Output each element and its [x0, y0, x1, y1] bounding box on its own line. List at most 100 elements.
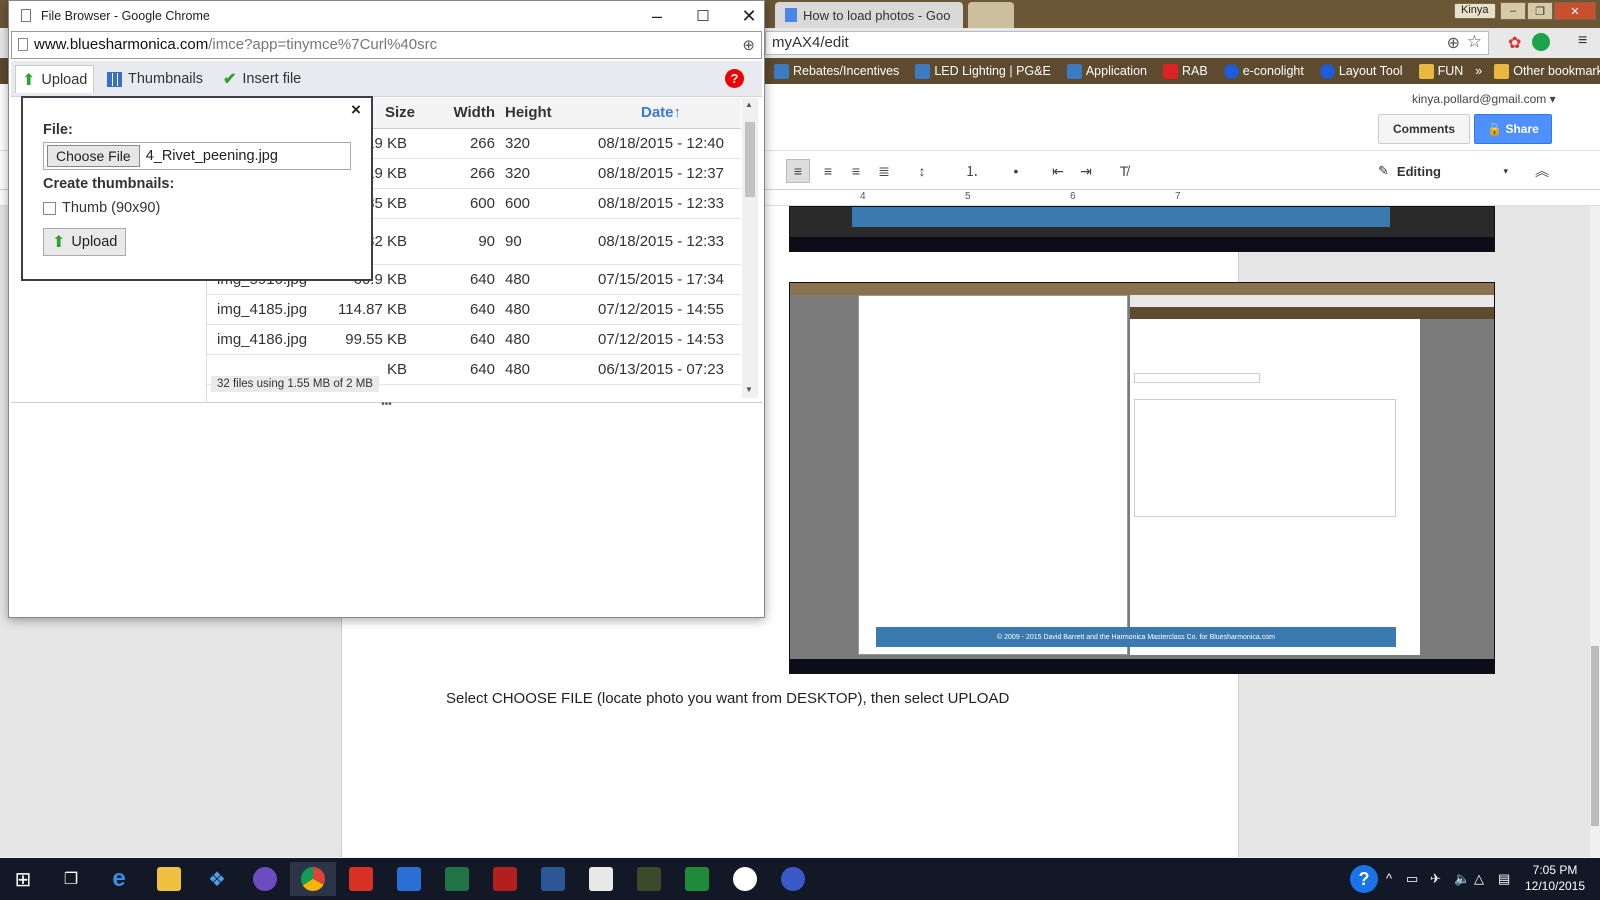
col-width-header[interactable]: Width	[417, 98, 505, 129]
airplane-icon[interactable]: ✈	[1430, 871, 1441, 887]
volume-icon[interactable]: 🔈	[1454, 871, 1470, 887]
zoom-icon[interactable]: ⊕	[742, 36, 755, 54]
share-button[interactable]: 🔒 Share	[1474, 114, 1552, 144]
bookmark-rab[interactable]: RAB	[1157, 63, 1214, 79]
pencil-icon: ✎	[1378, 163, 1389, 178]
minimize-icon[interactable]: –	[634, 1, 680, 31]
document-scrollbar[interactable]	[1590, 206, 1600, 857]
tab-thumbnails[interactable]: Thumbnails	[101, 65, 209, 93]
bookmark-led-lighting[interactable]: LED Lighting | PG&E	[909, 63, 1057, 79]
file-input[interactable]: Choose File 4_Rivet_peening.jpg	[43, 142, 351, 170]
edge-icon[interactable]: e	[96, 862, 142, 896]
minimize-icon[interactable]: –	[1500, 2, 1526, 20]
numbered-list-icon[interactable]: ⒈	[960, 159, 984, 183]
line-spacing-icon[interactable]: ↕	[910, 159, 934, 183]
editing-mode-dropdown[interactable]: ✎ Editing ▾	[1378, 159, 1508, 183]
excel-icon[interactable]	[434, 862, 480, 896]
show-hidden-icons-icon[interactable]: ^	[1386, 871, 1392, 886]
gmail-icon[interactable]	[338, 862, 384, 896]
pane-splitter[interactable]: •••	[11, 400, 762, 410]
bookmark-econolight[interactable]: e-conolight	[1218, 63, 1310, 79]
increase-indent-icon[interactable]: ⇥	[1074, 159, 1098, 183]
bookmark-fun[interactable]: FUN	[1413, 63, 1470, 79]
align-center-icon[interactable]: ≡	[816, 159, 840, 183]
popup-titlebar[interactable]: File Browser - Google Chrome – ☐ ✕	[9, 1, 764, 31]
collapse-toolbar-icon[interactable]: ︽	[1530, 159, 1554, 183]
upload-button[interactable]: ⬆ Upload	[43, 228, 127, 256]
chrome-menu-icon[interactable]: ≡	[1578, 32, 1587, 50]
zoom-icon[interactable]: ⊕	[1447, 33, 1460, 53]
thumb-option[interactable]: Thumb (90x90)	[43, 200, 160, 216]
new-tab-button[interactable]	[968, 2, 1014, 28]
comments-button[interactable]: Comments	[1378, 114, 1470, 144]
bookmark-star-icon[interactable]: ☆	[1467, 32, 1482, 52]
bulleted-list-icon[interactable]: •	[1004, 159, 1028, 183]
bookmark-other[interactable]: Other bookmarks	[1488, 63, 1600, 79]
document-scrollbar-thumb[interactable]	[1591, 646, 1599, 826]
app-p-icon[interactable]	[242, 862, 288, 896]
table-row[interactable]: img_4186.jpg 99.55 KB 640 480 07/12/2015…	[207, 324, 741, 355]
file-list-scrollbar-thumb[interactable]	[745, 122, 755, 197]
bookmark-layout-tool[interactable]: Layout Tool	[1314, 63, 1409, 79]
file-list-scrollbar[interactable]: ▲ ▼	[742, 98, 758, 398]
upload-form: × File: Choose File 4_Rivet_peening.jpg …	[21, 96, 373, 281]
network-icon[interactable]: ▭	[1406, 871, 1418, 887]
tab-how-to-load-photos[interactable]: How to load photos - Goo	[775, 2, 963, 28]
chrome-icon[interactable]	[290, 862, 336, 896]
file-explorer-icon[interactable]	[146, 862, 192, 896]
justify-icon[interactable]: ≣	[872, 159, 896, 183]
checkmark-icon: ✔	[223, 71, 237, 88]
bookmark-application[interactable]: Application	[1061, 63, 1153, 79]
scroll-up-icon[interactable]: ▲	[745, 100, 753, 109]
profile-badge[interactable]: Kinya	[1454, 3, 1496, 19]
word-icon[interactable]	[530, 862, 576, 896]
calculator-icon[interactable]	[578, 862, 624, 896]
file-size: 99.55 KB	[317, 324, 417, 355]
embedded-screenshot-main: © 2009 - 2015 David Barrett and the Harm…	[789, 282, 1495, 674]
background-address-bar[interactable]: myAX4/edit ⊕ ☆	[765, 31, 1489, 55]
tab-upload[interactable]: ⬆ Upload	[15, 65, 95, 93]
drive-sync-icon[interactable]: △	[1474, 871, 1484, 887]
bookmark-rebates[interactable]: Rebates/Incentives	[768, 63, 905, 79]
acrobat-icon[interactable]	[482, 862, 528, 896]
mail-icon[interactable]	[386, 862, 432, 896]
file-height: 600	[505, 188, 581, 219]
app-pc-icon[interactable]	[674, 862, 720, 896]
task-view-icon[interactable]: ❐	[48, 862, 94, 896]
folder-icon	[1418, 63, 1434, 79]
close-icon[interactable]: ×	[351, 100, 361, 120]
start-windows-icon[interactable]: ⊞	[0, 862, 46, 896]
help-tray-icon[interactable]: ?	[1350, 865, 1378, 893]
bookmarks-overflow[interactable]: »	[1473, 64, 1484, 78]
close-icon[interactable]: ✕	[726, 1, 772, 31]
account-email[interactable]: kinya.pollard@gmail.com ▾	[1412, 92, 1556, 106]
app-green-icon[interactable]	[626, 862, 672, 896]
decrease-indent-icon[interactable]: ⇤	[1046, 159, 1070, 183]
clear-formatting-icon[interactable]: T̸	[1112, 159, 1136, 183]
embedded-taskbar	[790, 659, 1494, 673]
col-date-header[interactable]: Date↑	[581, 98, 741, 129]
choose-file-button[interactable]: Choose File	[47, 145, 140, 167]
extension-icon[interactable]: ✿	[1508, 33, 1521, 53]
close-icon[interactable]: ✕	[1554, 2, 1596, 20]
app-circle-icon[interactable]	[770, 862, 816, 896]
thumb-checkbox[interactable]	[43, 201, 56, 215]
col-height-header[interactable]: Height	[505, 98, 581, 129]
file-height: 320	[505, 158, 581, 189]
dropbox-icon[interactable]: ❖	[194, 862, 240, 896]
table-row[interactable]: img_4185.jpg 114.87 KB 640 480 07/12/201…	[207, 294, 741, 325]
taskbar-clock[interactable]: 7:05 PM 12/10/2015	[1520, 862, 1590, 894]
align-left-icon[interactable]: ≡	[786, 159, 810, 183]
notifications-icon[interactable]: ▤	[1498, 871, 1510, 887]
itunes-icon[interactable]	[722, 862, 768, 896]
help-icon[interactable]: ?	[725, 69, 744, 88]
maximize-icon[interactable]: ☐	[680, 1, 726, 31]
popup-address-bar[interactable]: www.bluesharmonica.com/imce?app=tinymce%…	[11, 31, 762, 59]
align-right-icon[interactable]: ≡	[844, 159, 868, 183]
grammarly-icon[interactable]	[1532, 33, 1550, 51]
file-width: 640	[417, 324, 505, 355]
file-date: 07/12/2015 - 14:55	[581, 294, 741, 325]
tab-insert-file[interactable]: ✔ Insert file	[217, 65, 307, 93]
scroll-down-icon[interactable]: ▼	[745, 385, 753, 394]
restore-icon[interactable]: ❐	[1527, 2, 1553, 20]
